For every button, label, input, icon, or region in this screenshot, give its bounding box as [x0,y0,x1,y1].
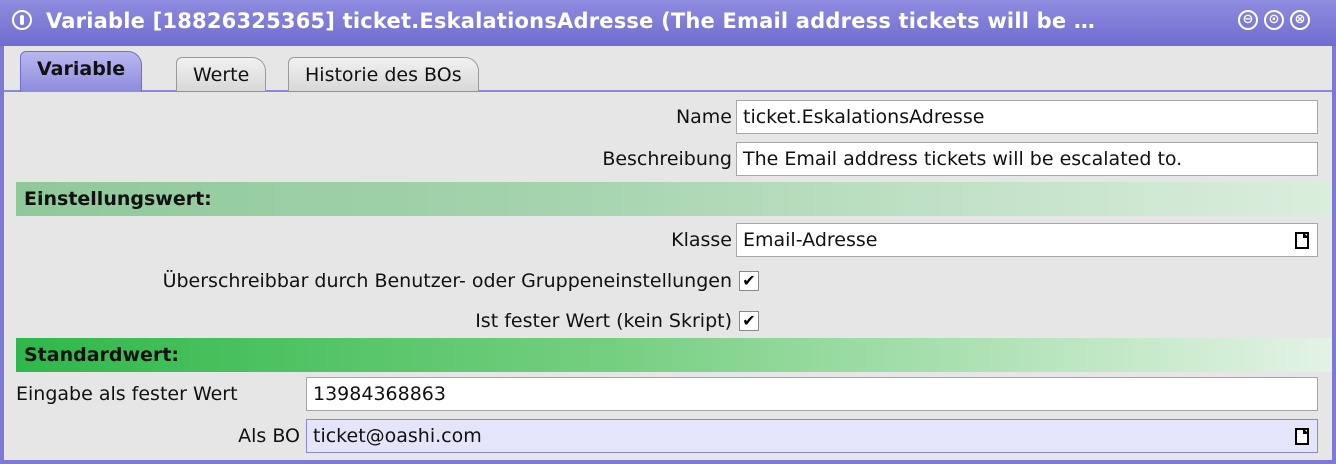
beschreibung-field[interactable]: The Email address tickets will be escala… [736,142,1318,176]
title-bar[interactable]: Variable [18826325365] ticket.Eskalation… [0,0,1336,46]
document-icon[interactable] [1295,428,1309,445]
fester-wert-label: Ist fester Wert (kein Skript) [475,310,732,332]
name-label: Name [675,106,732,128]
ueberschreibbar-checkbox[interactable]: ✔ [739,271,759,291]
window-title: Variable [18826325365] ticket.Eskalation… [46,9,1096,33]
minimize-icon[interactable]: ⊖ [1238,10,1258,30]
klasse-value: Email-Adresse [743,229,878,251]
tab-werte[interactable]: Werte [176,57,267,91]
eingabe-field[interactable]: 13984368863 [306,377,1318,411]
document-icon[interactable] [1295,232,1309,249]
name-field[interactable]: ticket.EskalationsAdresse [736,100,1318,134]
einstellungswert-heading: Einstellungswert: [16,182,1332,216]
standardwert-heading: Standardwert: [16,338,1332,372]
als-bo-value: ticket@oashi.com [313,425,482,447]
fester-wert-checkbox[interactable]: ✔ [739,311,759,331]
maximize-icon[interactable]: ⊙ [1264,10,1284,30]
klasse-label: Klasse [671,229,732,251]
tab-variable[interactable]: Variable [20,51,143,92]
tab-historie[interactable]: Historie des BOs [288,57,479,91]
als-bo-field[interactable]: ticket@oashi.com [306,419,1318,453]
variable-window: Variable [18826325365] ticket.Eskalation… [0,0,1336,464]
close-icon[interactable]: ⊗ [1290,10,1310,30]
ueberschreibbar-label: Überschreibbar durch Benutzer- oder Grup… [162,270,732,292]
beschreibung-label: Beschreibung [602,148,732,170]
eingabe-label: Eingabe als fester Wert [16,383,238,405]
klasse-field[interactable]: Email-Adresse [736,223,1318,257]
tab-bar: Historie des BOs Werte Variable [4,46,1332,92]
als-bo-label: Als BO [238,425,300,447]
power-icon[interactable] [12,10,32,30]
